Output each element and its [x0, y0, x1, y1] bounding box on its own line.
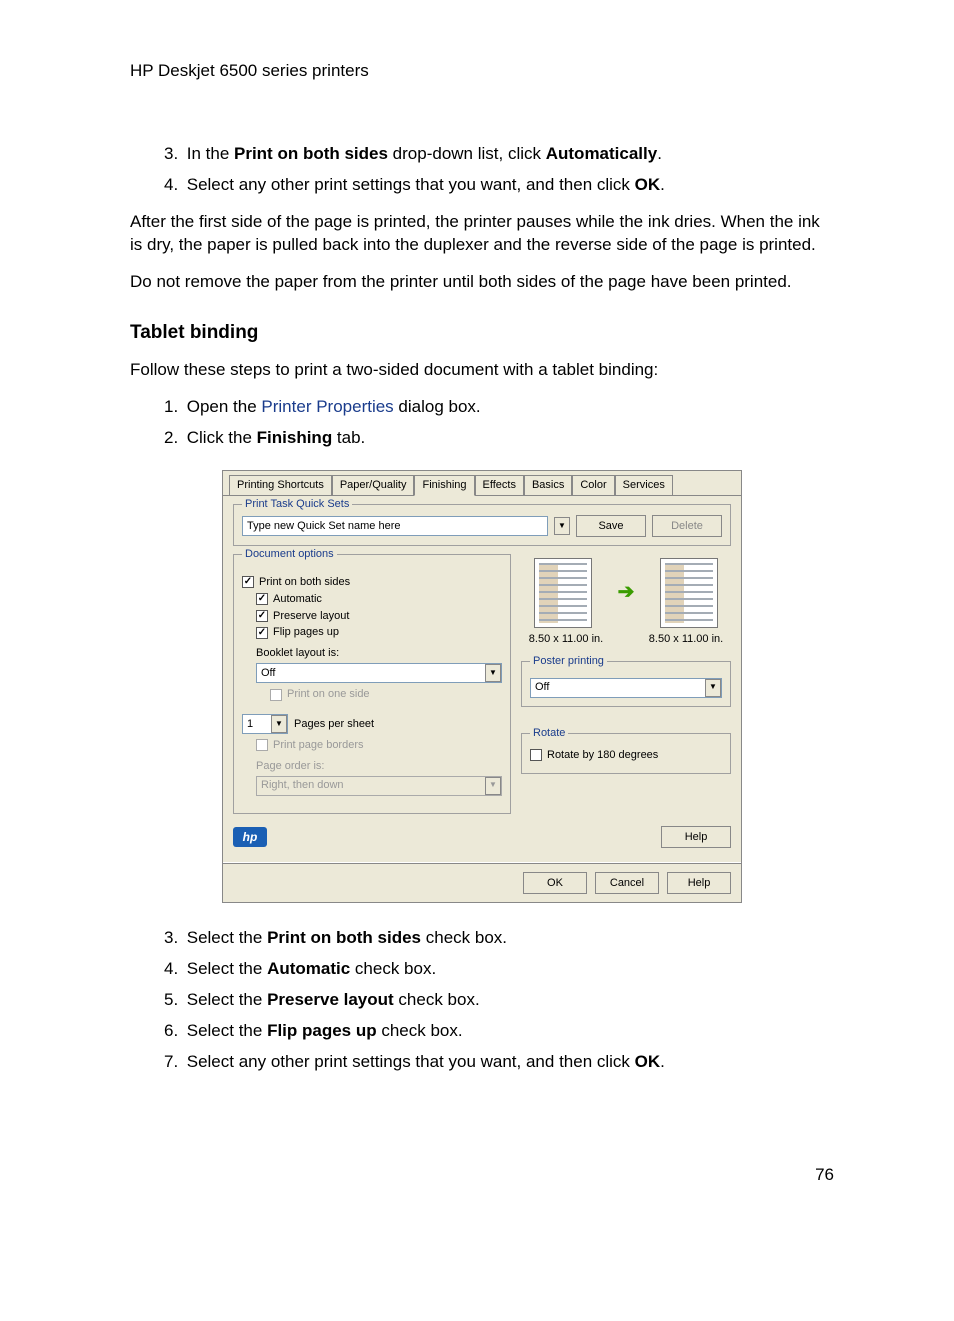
- page-header: HP Deskjet 6500 series printers: [130, 60, 834, 83]
- save-button[interactable]: Save: [576, 515, 646, 537]
- automatic-checkbox[interactable]: [256, 593, 268, 605]
- step-c-6: 6. Select the Flip pages up check box.: [156, 1020, 834, 1043]
- tab-printing-shortcuts[interactable]: Printing Shortcuts: [229, 475, 332, 495]
- preview-page-2: [660, 558, 718, 628]
- flip-pages-up-row[interactable]: Flip pages up: [256, 625, 502, 640]
- chevron-down-icon[interactable]: ▼: [271, 715, 287, 733]
- steps-list-b: 1. Open the Printer Properties dialog bo…: [130, 396, 834, 450]
- rotate-180-checkbox[interactable]: [530, 749, 542, 761]
- quickset-dropdown-arrow[interactable]: ▼: [554, 517, 570, 535]
- step-b-1: 1. Open the Printer Properties dialog bo…: [156, 396, 834, 419]
- tab-services[interactable]: Services: [615, 475, 673, 495]
- arrow-right-icon: ➔: [618, 579, 635, 606]
- step-b-2: 2. Click the Finishing tab.: [156, 427, 834, 450]
- printer-properties-link[interactable]: Printer Properties: [261, 397, 393, 416]
- automatic-row[interactable]: Automatic: [256, 592, 502, 607]
- preserve-layout-row[interactable]: Preserve layout: [256, 609, 502, 624]
- step-a-3: 3. In the Print on both sides drop-down …: [156, 143, 834, 166]
- paragraph-3: Follow these steps to print a two-sided …: [130, 359, 834, 382]
- ok-button[interactable]: OK: [523, 872, 587, 894]
- pages-per-sheet-label: Pages per sheet: [294, 717, 374, 732]
- dimension-row: 8.50 x 11.00 in. 8.50 x 11.00 in.: [521, 632, 731, 647]
- step-c-3: 3. Select the Print on both sides check …: [156, 927, 834, 950]
- chevron-down-icon[interactable]: ▼: [705, 679, 721, 697]
- print-both-sides-checkbox[interactable]: [242, 576, 254, 588]
- poster-printing-select[interactable]: Off ▼: [530, 678, 722, 698]
- flip-pages-up-checkbox[interactable]: [256, 627, 268, 639]
- tab-paper-quality[interactable]: Paper/Quality: [332, 475, 415, 495]
- hp-logo-icon: hp: [233, 827, 267, 847]
- print-borders-row: Print page borders: [256, 738, 502, 753]
- quickset-name-input[interactable]: [242, 516, 548, 536]
- print-both-sides-row[interactable]: Print on both sides: [242, 575, 502, 590]
- print-one-side-row: Print on one side: [270, 687, 502, 702]
- page-order-select: Right, then down ▼: [256, 776, 502, 796]
- step-c-4: 4. Select the Automatic check box.: [156, 958, 834, 981]
- section-heading: Tablet binding: [130, 320, 834, 346]
- printer-properties-dialog: Printing Shortcuts Paper/Quality Finishi…: [222, 470, 742, 903]
- dialog-footer: OK Cancel Help: [223, 864, 741, 902]
- tab-finishing[interactable]: Finishing: [414, 475, 474, 496]
- page-number: 76: [130, 1164, 834, 1187]
- tab-basics[interactable]: Basics: [524, 475, 572, 495]
- paragraph-1: After the first side of the page is prin…: [130, 211, 834, 257]
- paragraph-2: Do not remove the paper from the printer…: [130, 271, 834, 294]
- cancel-button[interactable]: Cancel: [595, 872, 659, 894]
- preview-page-1: [534, 558, 592, 628]
- steps-list-c: 3. Select the Print on both sides check …: [130, 927, 834, 1074]
- document-options-group: Document options Print on both sides Aut…: [233, 554, 511, 814]
- preview-row: ➔: [521, 558, 731, 628]
- booklet-label: Booklet layout is:: [256, 646, 502, 661]
- tab-strip: Printing Shortcuts Paper/Quality Finishi…: [223, 471, 741, 495]
- preserve-layout-checkbox[interactable]: [256, 610, 268, 622]
- print-borders-checkbox: [256, 739, 268, 751]
- chevron-down-icon[interactable]: ▼: [485, 664, 501, 682]
- poster-printing-group: Poster printing Off ▼: [521, 661, 731, 707]
- step-c-5: 5. Select the Preserve layout check box.: [156, 989, 834, 1012]
- tab-effects[interactable]: Effects: [475, 475, 524, 495]
- rotate-180-row[interactable]: Rotate by 180 degrees: [530, 748, 722, 763]
- step-a-4: 4. Select any other print settings that …: [156, 174, 834, 197]
- help-button-footer[interactable]: Help: [667, 872, 731, 894]
- rotate-group: Rotate Rotate by 180 degrees: [521, 733, 731, 774]
- booklet-select[interactable]: Off ▼: [256, 663, 502, 683]
- tab-color[interactable]: Color: [572, 475, 614, 495]
- page-order-label: Page order is:: [256, 759, 502, 774]
- delete-button: Delete: [652, 515, 722, 537]
- print-one-side-checkbox: [270, 689, 282, 701]
- step-c-7: 7. Select any other print settings that …: [156, 1051, 834, 1074]
- help-button[interactable]: Help: [661, 826, 731, 848]
- pages-per-sheet-select[interactable]: 1 ▼: [242, 714, 288, 734]
- quickset-group: Print Task Quick Sets ▼ Save Delete: [233, 504, 731, 546]
- chevron-down-icon: ▼: [485, 777, 501, 795]
- steps-list-a: 3. In the Print on both sides drop-down …: [130, 143, 834, 197]
